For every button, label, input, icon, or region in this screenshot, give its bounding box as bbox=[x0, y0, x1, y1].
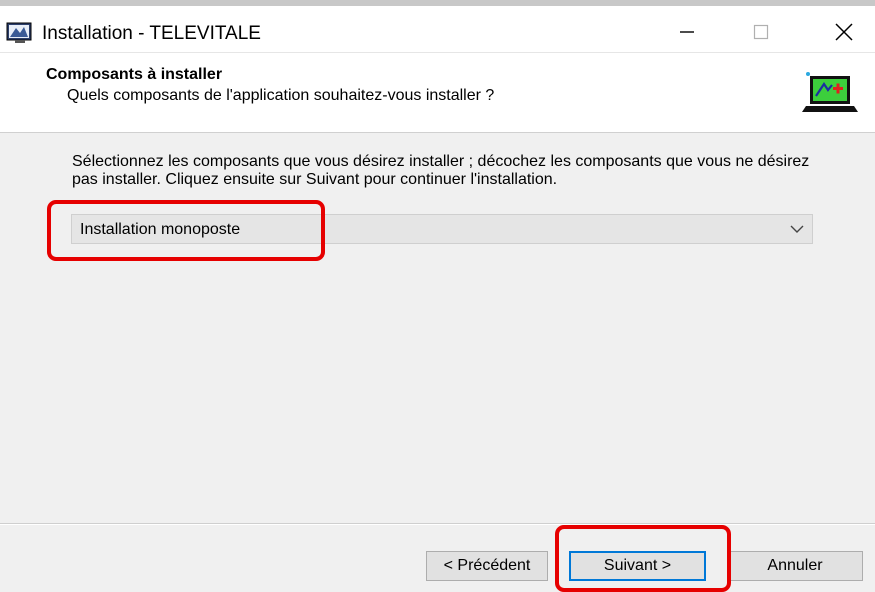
instructions-text: Sélectionnez les composants que vous dés… bbox=[72, 153, 810, 188]
window-title: Installation - TELEVITALE bbox=[42, 23, 261, 44]
installer-computer-icon bbox=[802, 72, 858, 112]
maximize-button[interactable] bbox=[732, 12, 790, 52]
close-button[interactable] bbox=[815, 12, 873, 52]
footer-divider-highlight bbox=[0, 524, 875, 525]
app-icon bbox=[6, 22, 32, 43]
minimize-icon bbox=[680, 31, 694, 33]
cancel-button[interactable]: Annuler bbox=[727, 551, 863, 581]
page-title: Composants à installer bbox=[46, 66, 223, 83]
previous-button[interactable]: < Précédent bbox=[426, 551, 548, 581]
installer-window: Installation - TELEVITALE Composants à i… bbox=[0, 0, 875, 592]
wizard-body: Sélectionnez les composants que vous dés… bbox=[0, 133, 875, 523]
highlight-next-annotation bbox=[555, 525, 731, 592]
minimize-button[interactable] bbox=[658, 12, 716, 52]
page-subtitle: Quels composants de l'application souhai… bbox=[67, 87, 495, 104]
highlight-dropdown-annotation bbox=[47, 200, 325, 261]
wizard-header: Composants à installer Quels composants … bbox=[0, 53, 875, 133]
chevron-down-icon bbox=[790, 225, 804, 233]
close-icon bbox=[835, 23, 853, 41]
title-bar[interactable]: Installation - TELEVITALE bbox=[0, 6, 875, 53]
maximize-icon bbox=[753, 24, 769, 40]
